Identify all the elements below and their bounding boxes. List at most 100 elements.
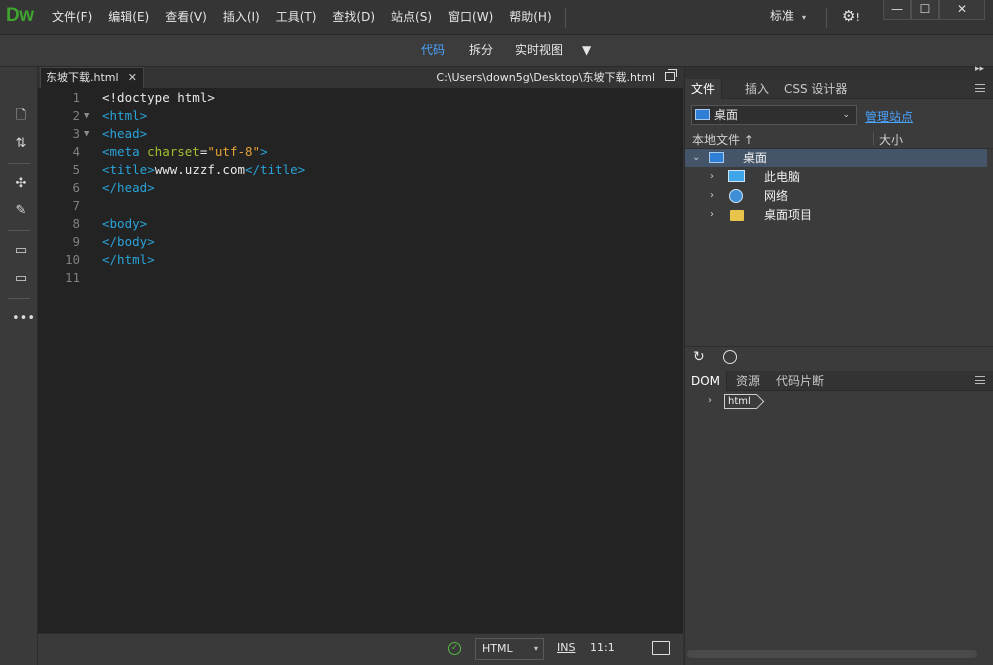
tab-snippets[interactable]: 代码片断	[770, 371, 830, 391]
menu-insert[interactable]: 插入(I)	[215, 0, 268, 35]
panel-collapse-bar[interactable]: ▸▸	[685, 64, 993, 79]
dom-node-html[interactable]: html	[724, 394, 756, 409]
view-switcher-bar: 代码 拆分 实时视图 ▼	[0, 35, 993, 67]
remove-comment-icon[interactable]: ▭	[12, 270, 30, 288]
panel-menu-icon[interactable]	[975, 376, 985, 384]
connect-remote-icon[interactable]	[723, 350, 737, 364]
no-errors-check-icon[interactable]: ✓	[448, 642, 461, 655]
tree-item-network[interactable]: › 网络	[685, 187, 987, 205]
code-token: <body>	[102, 216, 148, 231]
tab-files[interactable]: 文件	[685, 79, 723, 99]
maximize-button[interactable]: ☐	[911, 0, 939, 20]
chevron-right-icon[interactable]: ›	[710, 206, 714, 224]
tab-css-designer[interactable]: CSS 设计器	[778, 79, 853, 99]
line-number: 3	[72, 126, 80, 141]
code-token: </html>	[102, 252, 155, 267]
code-token: www.uzzf.com	[154, 162, 245, 177]
code-editor[interactable]: 1 2 3 4 5 6 7 8 9 10 11 ▼ ▼ <!doctype ht…	[38, 88, 683, 633]
tree-item-desktop[interactable]: ⌄ 桌面	[685, 149, 987, 167]
file-list-header: 本地文件 ↑ 大小	[685, 129, 993, 149]
menu-help[interactable]: 帮助(H)	[501, 0, 559, 35]
document-type-value: HTML	[482, 642, 513, 655]
restore-window-icon[interactable]	[665, 69, 677, 81]
tree-item-this-pc[interactable]: › 此电脑	[685, 168, 987, 186]
chevron-down-icon: ▾	[802, 13, 807, 22]
menu-find[interactable]: 查找(D)	[324, 0, 383, 35]
line-number: 7	[72, 198, 80, 213]
gear-icon[interactable]: ⚙!	[842, 7, 860, 25]
format-source-icon[interactable]: ✎	[12, 202, 30, 220]
live-view-button[interactable]: 实时视图	[515, 35, 563, 65]
tree-item-label: 桌面项目	[764, 208, 813, 222]
expand-all-icon[interactable]: ✣	[12, 175, 30, 193]
menu-file[interactable]: 文件(F)	[44, 0, 100, 35]
close-tab-icon[interactable]: ✕	[128, 68, 137, 87]
tree-item-label: 此电脑	[764, 170, 801, 184]
menu-window[interactable]: 窗口(W)	[440, 0, 501, 35]
code-token: <head>	[102, 126, 148, 141]
code-view-button[interactable]: 代码	[421, 35, 445, 65]
workspace-switcher[interactable]: 标准 ▾	[770, 0, 806, 34]
local-files-column-header[interactable]: 本地文件 ↑	[692, 131, 754, 148]
status-bar: ✓ HTML ▾ INS 11:1	[38, 633, 683, 665]
tool-divider	[8, 298, 30, 299]
close-button[interactable]: ✕	[939, 0, 985, 20]
open-documents-icon[interactable]: 🗋	[12, 107, 30, 125]
tab-insert[interactable]: 插入	[739, 79, 775, 99]
collapse-panel-icon[interactable]: ▸▸	[975, 64, 984, 74]
code-line: <!doctype html>	[102, 89, 215, 107]
refresh-icon[interactable]: ↻	[693, 349, 705, 365]
code-line: <body>	[102, 215, 147, 233]
more-tools-icon[interactable]: •••	[12, 310, 35, 328]
document-tab-label: 东坡下载.html	[46, 71, 119, 84]
manage-sites-link[interactable]: 管理站点	[865, 108, 913, 125]
live-view-dropdown-icon[interactable]: ▼	[582, 35, 591, 65]
line-number: 9	[72, 234, 80, 249]
code-token: <html>	[102, 108, 148, 123]
file-management-icon[interactable]: ⇅	[12, 135, 30, 153]
column-divider[interactable]	[873, 132, 874, 146]
site-select-value: 桌面	[714, 108, 739, 122]
menu-tools[interactable]: 工具(T)	[268, 0, 325, 35]
code-token: <title>	[102, 162, 155, 177]
code-line: <html>	[102, 107, 147, 125]
code-line: </head>	[102, 179, 155, 197]
menu-site[interactable]: 站点(S)	[383, 0, 440, 35]
apply-comment-icon[interactable]: ▭	[12, 242, 30, 260]
tree-item-desktop-items[interactable]: › 桌面项目	[685, 206, 987, 224]
document-type-select[interactable]: HTML ▾	[475, 638, 544, 660]
app-logo: Dw	[6, 5, 34, 26]
size-column-header[interactable]: 大小	[879, 131, 903, 148]
menu-view[interactable]: 查看(V)	[157, 0, 215, 35]
tab-dom[interactable]: DOM	[685, 371, 728, 391]
split-view-button[interactable]: 拆分	[469, 35, 493, 65]
horizontal-scrollbar[interactable]	[687, 650, 977, 658]
desktop-icon	[695, 109, 710, 120]
menu-divider	[565, 8, 566, 28]
fold-toggle-icon[interactable]: ▼	[84, 107, 94, 125]
fold-toggle-icon[interactable]: ▼	[84, 125, 94, 143]
column-label: 本地文件	[692, 133, 741, 147]
tree-item-label: 桌面	[743, 151, 768, 165]
menu-edit[interactable]: 编辑(E)	[100, 0, 157, 35]
title-bar: Dw 文件(F) 编辑(E) 查看(V) 插入(I) 工具(T) 查找(D) 站…	[0, 0, 993, 35]
tab-assets[interactable]: 资源	[730, 371, 766, 391]
dom-tree: › html	[685, 391, 993, 641]
site-select[interactable]: 桌面 ⌄	[691, 105, 857, 125]
cursor-position: 11:1	[590, 641, 615, 654]
chevron-right-icon[interactable]: ›	[710, 168, 714, 186]
code-token: <meta	[102, 144, 148, 159]
minimize-button[interactable]: —	[883, 0, 911, 20]
insert-mode-toggle[interactable]: INS	[557, 641, 575, 654]
computer-icon	[728, 170, 745, 182]
chevron-right-icon[interactable]: ›	[710, 187, 714, 205]
preview-in-browser-icon[interactable]	[652, 641, 670, 655]
line-number: 5	[72, 162, 80, 177]
tool-divider	[8, 230, 30, 231]
chevron-down-icon[interactable]: ⌄	[692, 149, 700, 167]
document-tab[interactable]: 东坡下载.html ✕	[40, 67, 144, 88]
tree-item-label: 网络	[764, 189, 789, 203]
network-icon	[729, 189, 743, 203]
chevron-right-icon[interactable]: ›	[708, 395, 712, 406]
panel-menu-icon[interactable]	[975, 84, 985, 92]
